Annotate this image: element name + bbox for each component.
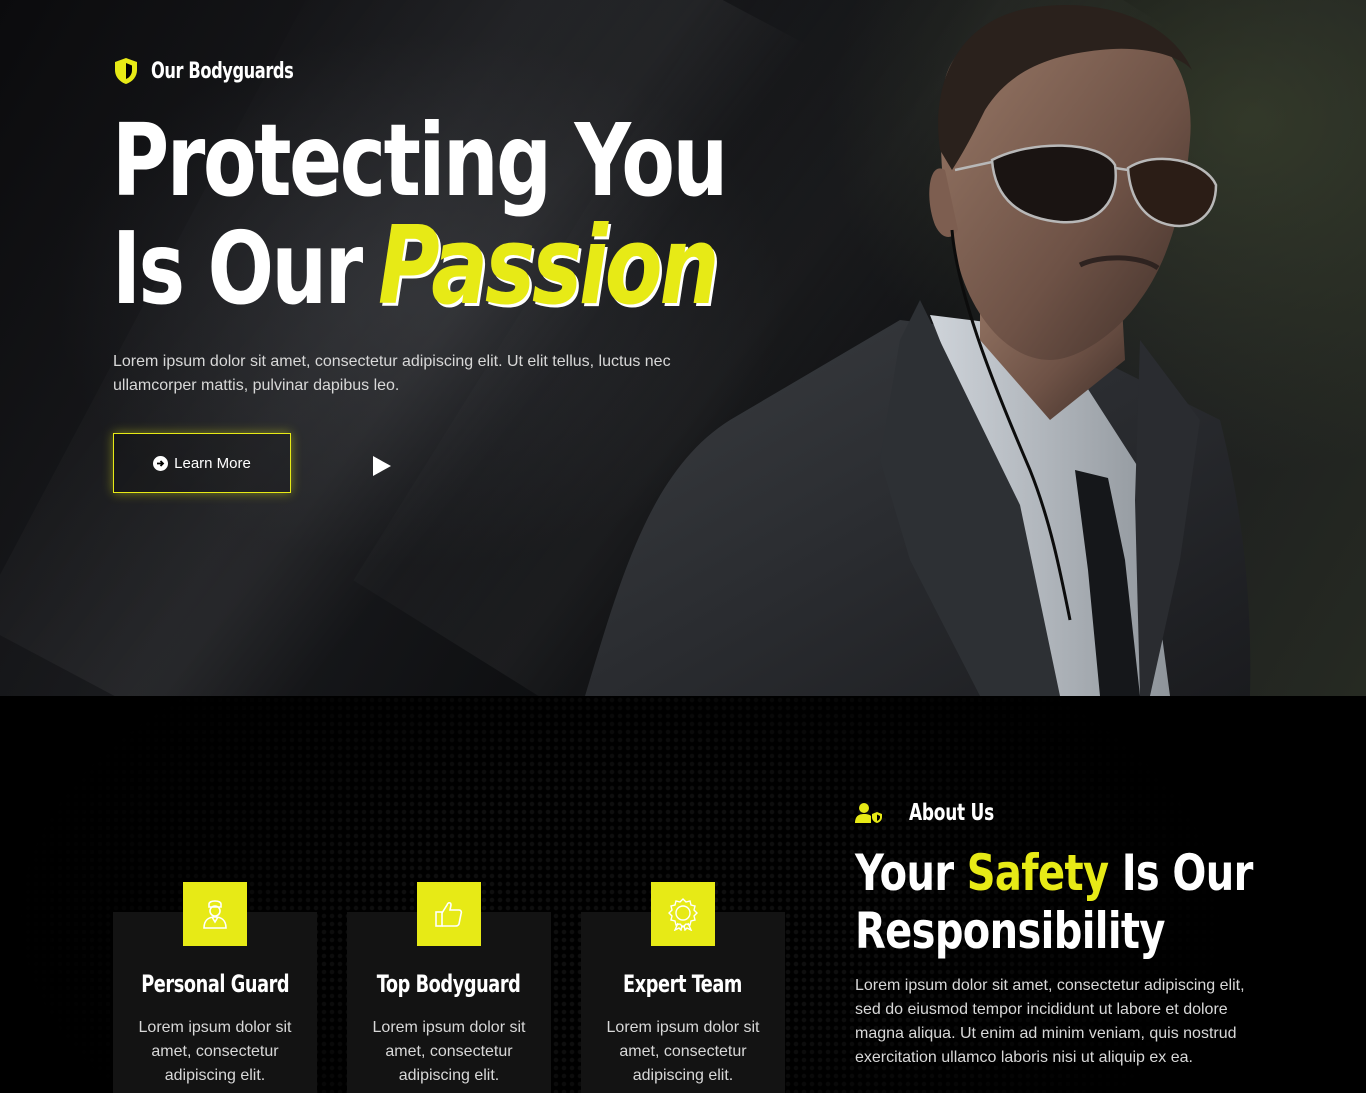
feature-icon-box [651,882,715,946]
feature-text: Lorem ipsum dolor sit amet, consectetur … [138,1019,292,1084]
award-badge-icon [668,898,698,931]
bodyguard-image [585,4,1251,696]
about-eyebrow: About Us [855,800,1013,826]
feature-icon-box [183,882,247,946]
headline-prefix: Is Our [112,210,363,327]
hero-section: Our Bodyguards Protecting You Is Our Pass… [0,0,1366,696]
feature-text: Lorem ipsum dolor sit amet, consectetur … [372,1019,526,1084]
about-title-line-2: Responsibility [855,902,1165,960]
about-eyebrow-label: About Us [909,800,994,826]
feature-card[interactable]: Top Bodyguard Lorem ipsum dolor sit amet… [347,882,551,1093]
shield-icon [115,58,137,84]
play-icon[interactable] [370,454,394,478]
feature-card[interactable]: Expert Team Lorem ipsum dolor sit amet, … [581,882,785,1093]
arrow-circle-right-icon [153,455,169,471]
learn-more-button[interactable]: Learn More [113,433,291,493]
feature-title: Top Bodyguard [377,970,521,998]
feature-title: Personal Guard [141,970,289,998]
about-title-suffix: Is Our [1121,844,1254,902]
hero-eyebrow: Our Bodyguards [113,56,325,86]
about-title-accent: Safety [966,844,1109,902]
thumbs-up-icon [435,901,463,927]
hero-eyebrow-label: Our Bodyguards [151,58,294,84]
feature-title: Expert Team [623,970,743,998]
learn-more-label: Learn More [174,454,251,472]
about-title-prefix: Your [855,844,954,902]
user-shield-icon [855,803,882,823]
feature-icon-box [417,882,481,946]
feature-card[interactable]: Personal Guard Lorem ipsum dolor sit ame… [113,882,317,1093]
about-title: Your Safety Is Our Responsibility [855,844,1253,960]
about-description: Lorem ipsum dolor sit amet, consectetur … [855,977,1245,1066]
features-about-section: Personal Guard Lorem ipsum dolor sit ame… [0,696,1366,1093]
about-title-line-1: Your Safety Is Our [855,844,1253,902]
user-guard-icon [203,900,227,929]
feature-text: Lorem ipsum dolor sit amet, consectetur … [606,1019,760,1084]
